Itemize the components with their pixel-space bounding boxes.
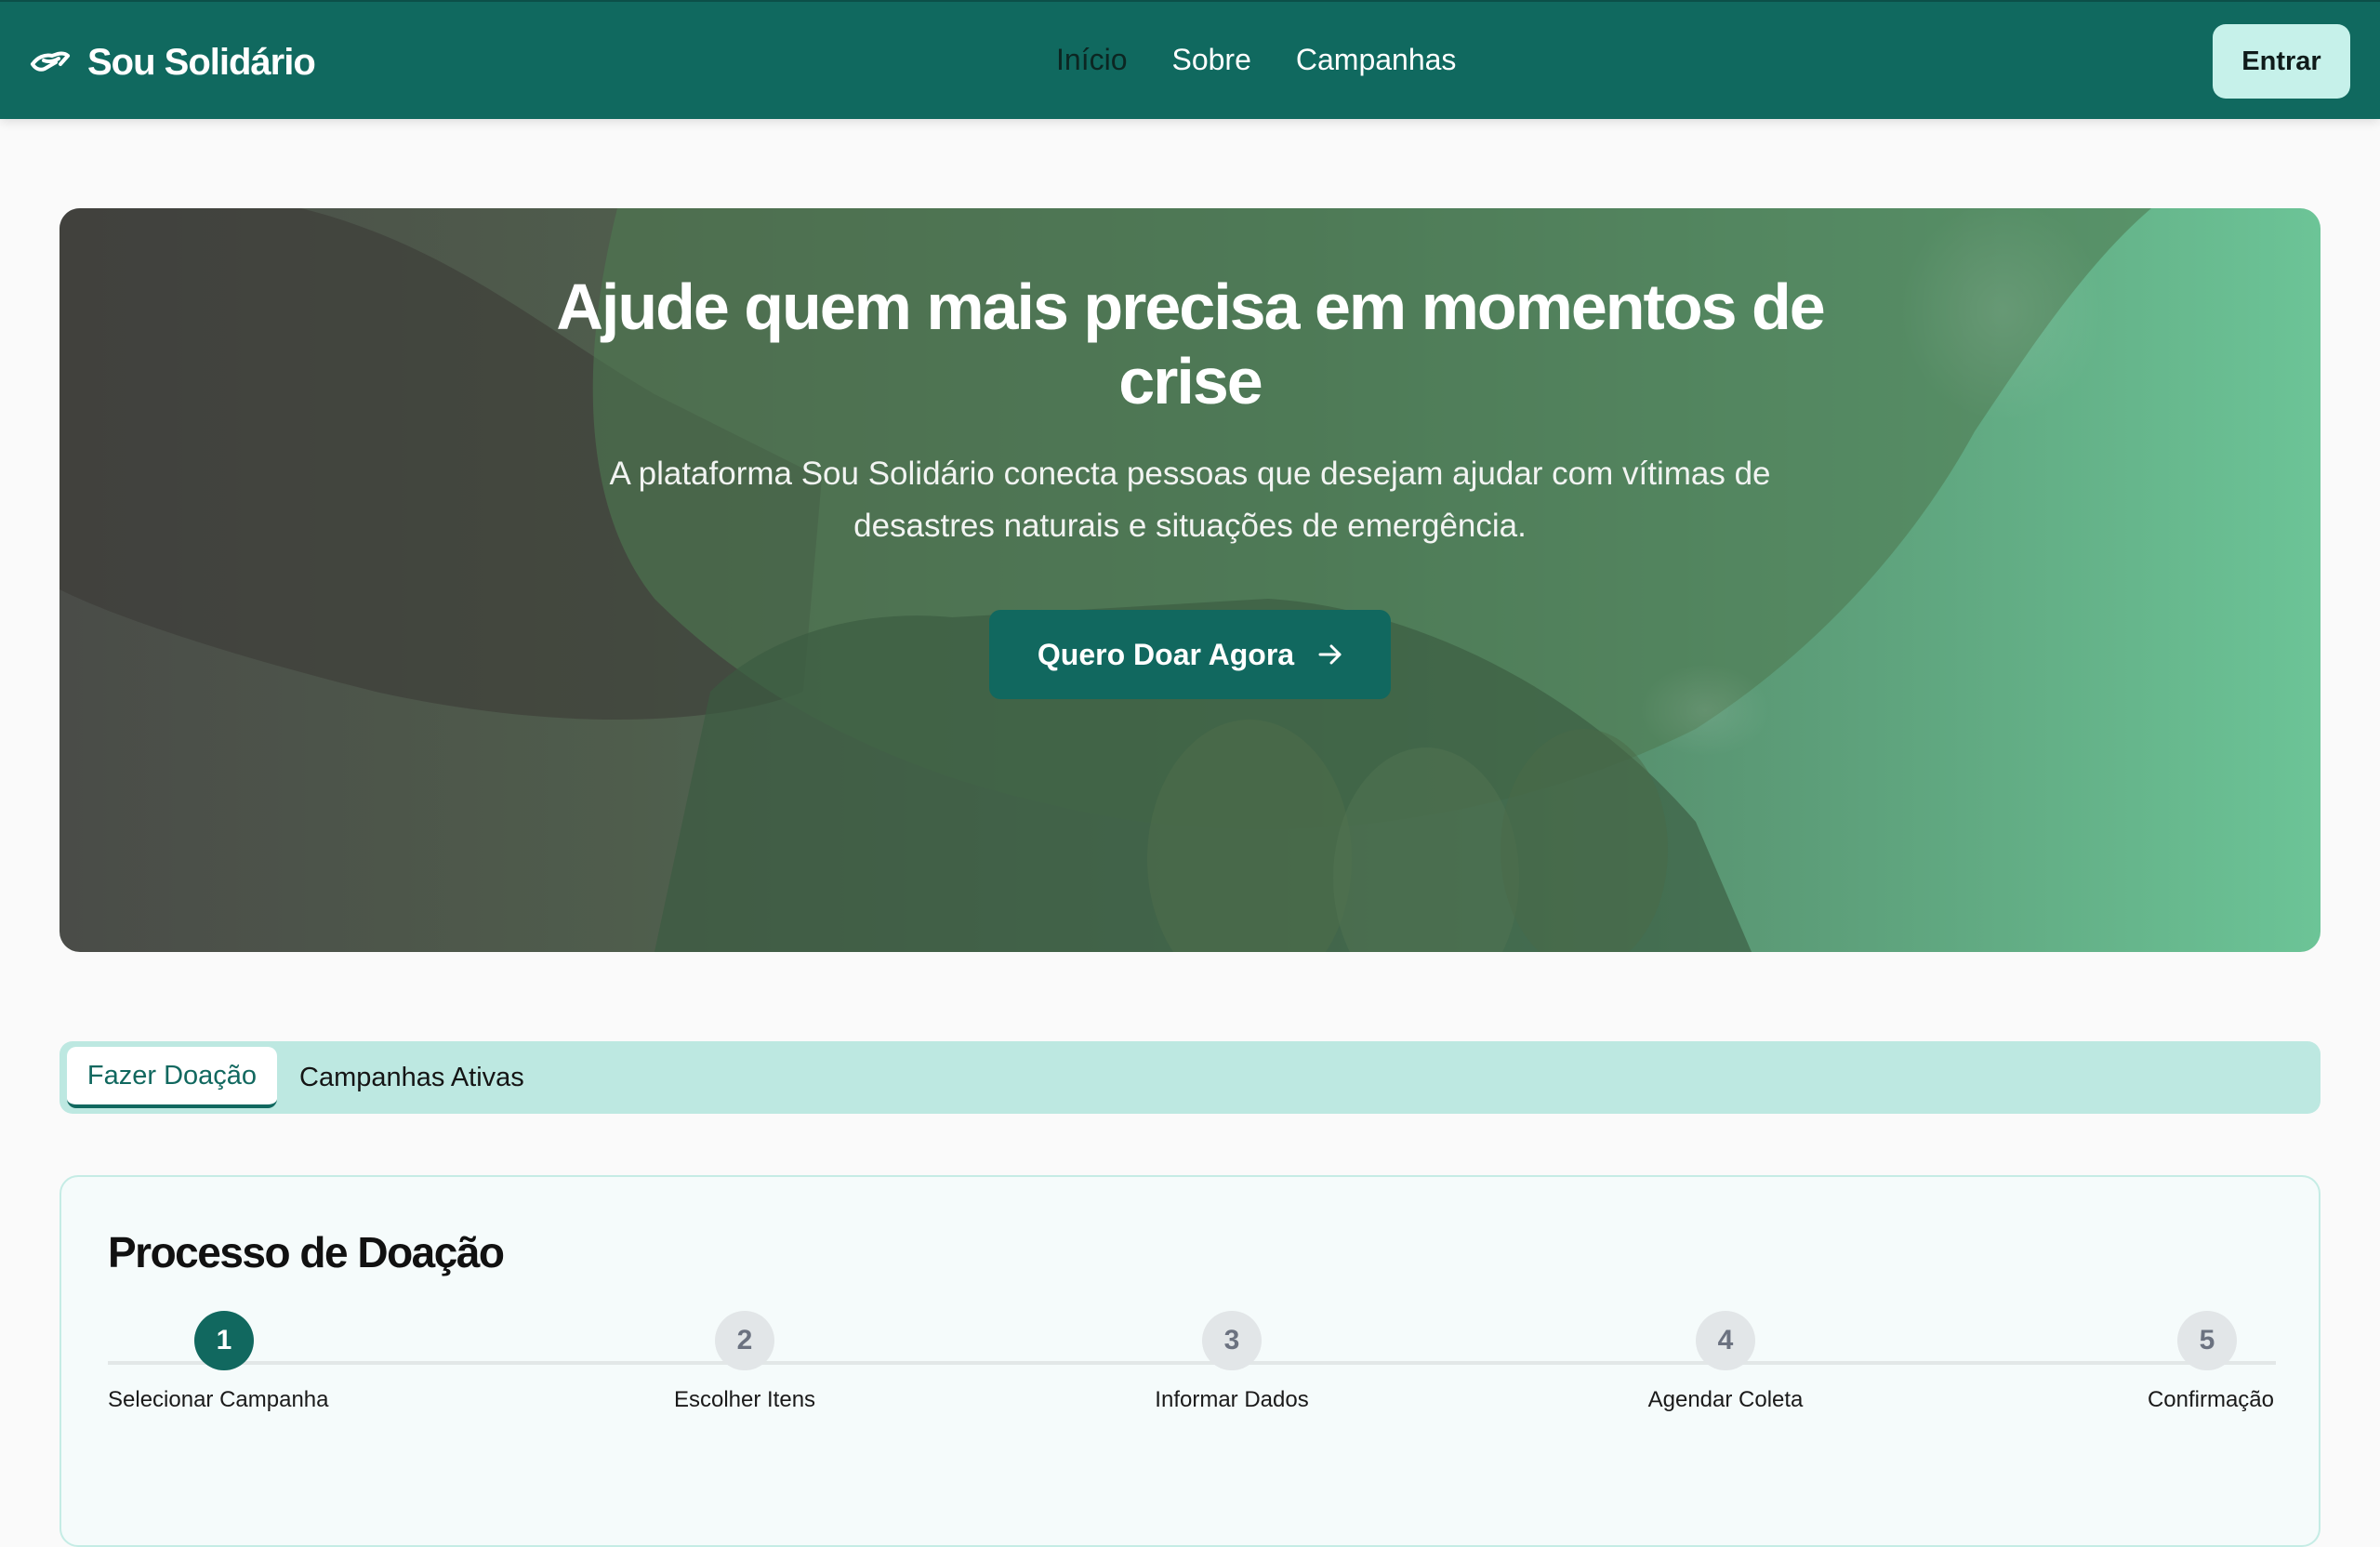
hero-banner: Ajude quem mais precisa em momentos de c… bbox=[60, 208, 2320, 952]
arrow-right-icon bbox=[1318, 638, 1342, 672]
donation-process-card: Processo de Doação 1 2 3 4 5 Selecionar … bbox=[60, 1175, 2320, 1547]
step-5-indicator: 5 bbox=[2177, 1311, 2237, 1370]
step-4-label: Agendar Coleta bbox=[1647, 1387, 1804, 1412]
nav-link-campanhas[interactable]: Campanhas bbox=[1296, 43, 1457, 77]
content-tabs: Fazer Doação Campanhas Ativas bbox=[60, 1041, 2320, 1114]
nav-link-inicio[interactable]: Início bbox=[1056, 43, 1127, 77]
hero-title-line2: crise bbox=[1118, 345, 1263, 417]
hero-subtitle-line1: A plataforma Sou Solidário conecta pesso… bbox=[609, 456, 1771, 492]
hero-subtitle: A plataforma Sou Solidário conecta pesso… bbox=[60, 448, 2320, 552]
brand-name: Sou Solidário bbox=[87, 41, 316, 83]
step-4-indicator: 4 bbox=[1696, 1311, 1755, 1370]
hero-subtitle-line2: desastres naturais e situações de emergê… bbox=[853, 508, 1527, 544]
login-button[interactable]: Entrar bbox=[2213, 24, 2350, 99]
step-2-indicator: 2 bbox=[715, 1311, 774, 1370]
step-1-indicator: 1 bbox=[194, 1311, 254, 1370]
step-2-label: Escolher Itens bbox=[673, 1387, 816, 1412]
donate-now-label: Quero Doar Agora bbox=[1037, 637, 1295, 671]
handshake-icon bbox=[30, 48, 71, 76]
nav-link-sobre[interactable]: Sobre bbox=[1171, 43, 1250, 77]
process-title: Processo de Doação bbox=[108, 1228, 505, 1276]
tab-campanhas-ativas[interactable]: Campanhas Ativas bbox=[299, 1047, 524, 1108]
hero-title-line1: Ajude quem mais precisa em momentos de bbox=[556, 271, 1825, 343]
step-3-indicator: 3 bbox=[1202, 1311, 1262, 1370]
step-progress-track bbox=[108, 1361, 2276, 1365]
donate-now-button[interactable]: Quero Doar Agora bbox=[989, 610, 1391, 699]
tab-fazer-doacao[interactable]: Fazer Doação bbox=[67, 1047, 277, 1108]
step-5-label: Confirmação bbox=[2147, 1387, 2274, 1412]
top-navbar: Sou Solidário Início Sobre Campanhas Ent… bbox=[0, 0, 2380, 119]
main-nav: Início Sobre Campanhas bbox=[1056, 43, 1456, 77]
hero-title: Ajude quem mais precisa em momentos de c… bbox=[60, 270, 2320, 418]
step-3-label: Informar Dados bbox=[1155, 1387, 1309, 1412]
step-1-label: Selecionar Campanha bbox=[108, 1387, 329, 1412]
brand-logo[interactable]: Sou Solidário bbox=[30, 39, 316, 86]
